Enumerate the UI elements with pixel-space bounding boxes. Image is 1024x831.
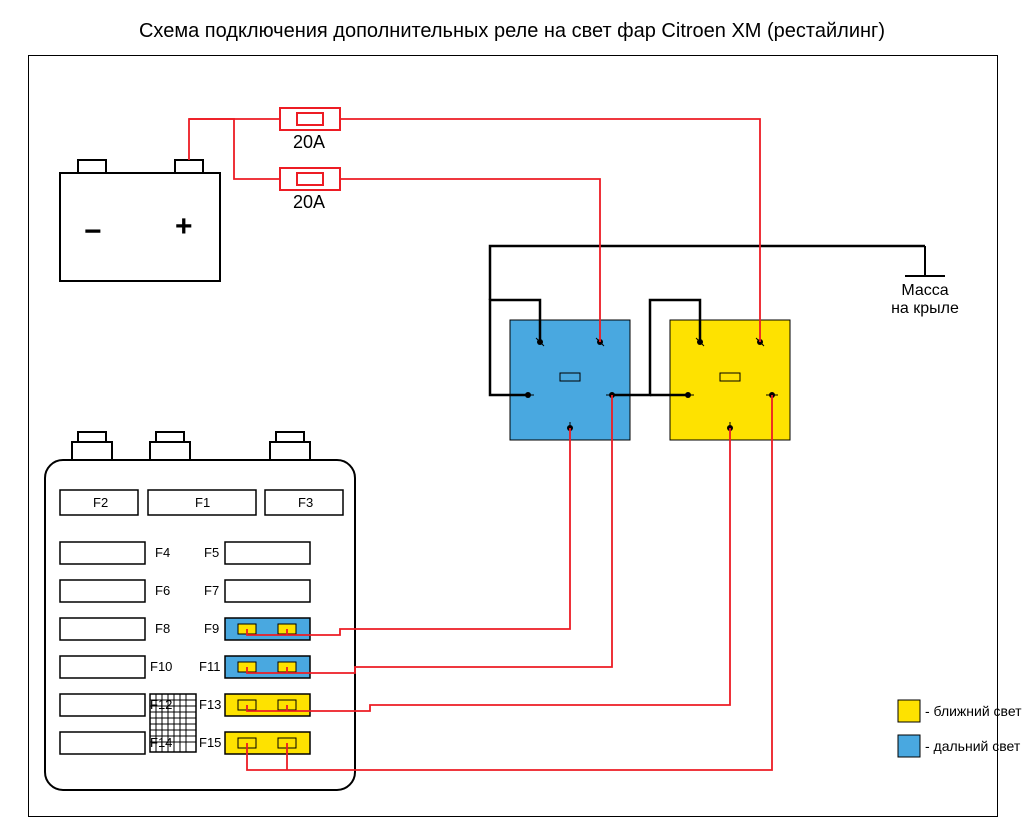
fuse1-label: 20A — [293, 132, 325, 153]
legend-low-beam: - ближний свет — [925, 703, 1022, 719]
ground-label: Масса на крыле — [875, 282, 975, 318]
fusebox-f3: F3 — [298, 495, 313, 510]
fusebox-f9: F9 — [204, 621, 219, 636]
fuse2-label: 20A — [293, 192, 325, 213]
fuse-bottom — [280, 168, 340, 190]
fusebox-f13: F13 — [199, 697, 221, 712]
fusebox-f6: F6 — [155, 583, 170, 598]
fusebox-f14: F14 — [150, 735, 172, 750]
battery-minus: − — [84, 215, 102, 249]
ground-label-1: Масса — [901, 282, 948, 299]
fusebox-f10: F10 — [150, 659, 172, 674]
legend-swatch-yellow — [898, 700, 920, 722]
fusebox-f5: F5 — [204, 545, 219, 560]
fusebox-f15: F15 — [199, 735, 221, 750]
fusebox-f4: F4 — [155, 545, 170, 560]
fusebox-f11: F11 — [199, 659, 220, 674]
wire-red — [189, 119, 772, 770]
legend-swatch-blue — [898, 735, 920, 757]
fuse-top — [280, 108, 340, 130]
ground-icon — [905, 246, 945, 276]
battery-plus: + — [175, 210, 193, 244]
legend-high-beam: - дальний свет — [925, 738, 1020, 754]
fusebox-f2: F2 — [93, 495, 108, 510]
fusebox-f8: F8 — [155, 621, 170, 636]
ground-label-2: на крыле — [891, 300, 959, 317]
fusebox-f12: F12 — [150, 697, 172, 712]
fusebox-f7: F7 — [204, 583, 219, 598]
fusebox-f1: F1 — [195, 495, 210, 510]
